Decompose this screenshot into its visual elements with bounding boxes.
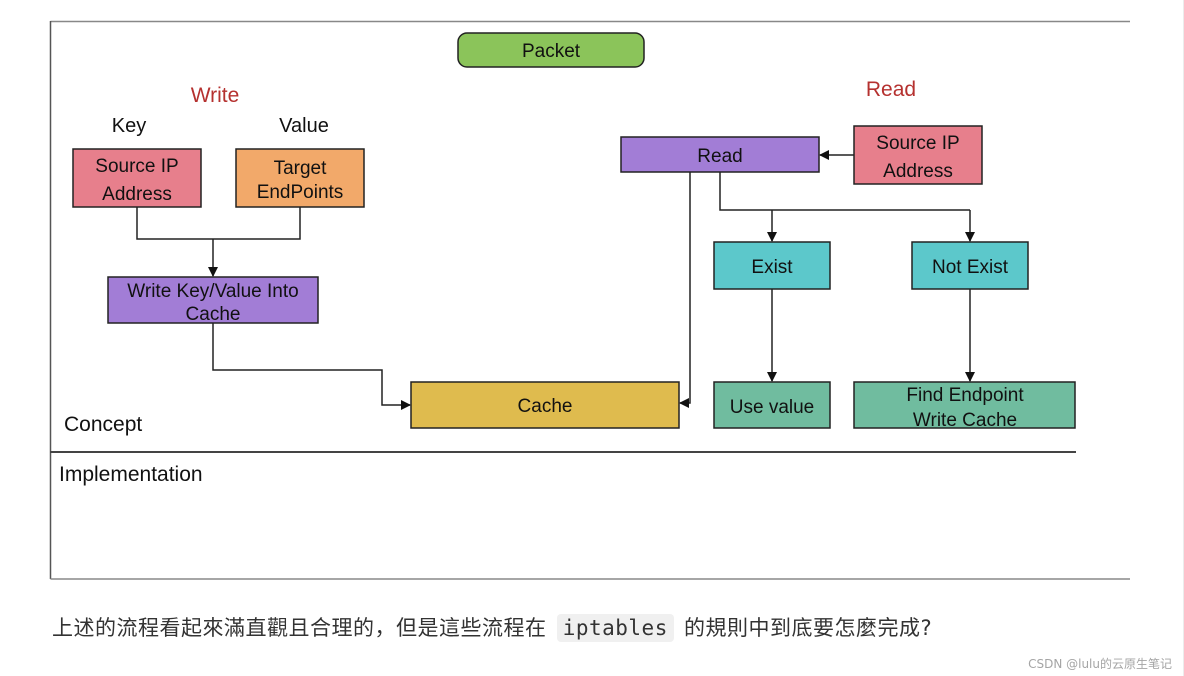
- connector-source-target-join: [136, 207, 301, 240]
- find-endpoint-node: Find Endpoint Write Cache: [853, 381, 1076, 431]
- implementation-label: Implementation: [59, 463, 203, 486]
- caption-paragraph: 上述的流程看起來滿直觀且合理的，但是這些流程在 iptables 的規則中到底要…: [52, 612, 932, 642]
- iptables-code: iptables: [556, 614, 674, 642]
- target-endpoints-line1: Target: [274, 158, 328, 179]
- cache-label: Cache: [518, 396, 573, 417]
- read-node: Read: [620, 136, 820, 173]
- watermark: CSDN @lulu的云原生笔记: [1028, 657, 1172, 671]
- write-source-ip-line1: Source IP: [95, 156, 178, 177]
- write-kv-line1: Write Key/Value Into: [127, 281, 298, 302]
- find-endpoint-line1: Find Endpoint: [906, 385, 1024, 406]
- exist-label: Exist: [751, 257, 793, 278]
- read-source-ip-line1: Source IP: [876, 133, 959, 154]
- arrow-read-to-cache: [679, 172, 691, 408]
- write-kv-node: Write Key/Value Into Cache: [107, 276, 319, 325]
- packet-label: Packet: [522, 41, 581, 62]
- not-exist-label: Not Exist: [932, 257, 1009, 278]
- exist-node: Exist: [713, 241, 831, 290]
- key-label: Key: [112, 115, 146, 137]
- not-exist-node: Not Exist: [911, 241, 1029, 290]
- read-label: Read: [697, 146, 742, 167]
- use-value-label: Use value: [730, 397, 815, 418]
- cache-node: Cache: [410, 381, 680, 429]
- write-source-ip-node: Source IP Address: [72, 148, 202, 208]
- arrow-write-kv-to-cache: [212, 323, 411, 410]
- write-kv-line2: Cache: [186, 304, 241, 325]
- target-endpoints-line2: EndPoints: [257, 182, 344, 203]
- caption-text-before: 上述的流程看起來滿直觀且合理的，但是這些流程在: [52, 616, 547, 640]
- concept-label: Concept: [64, 413, 142, 436]
- flow-diagram: Packet Write Key Value Source IP Address…: [49, 20, 1130, 580]
- read-source-ip-line2: Address: [883, 161, 953, 182]
- read-title: Read: [866, 78, 916, 101]
- find-endpoint-line2: Write Cache: [913, 410, 1017, 431]
- value-label: Value: [279, 115, 329, 137]
- packet-node: Packet: [457, 32, 645, 68]
- use-value-node: Use value: [713, 381, 831, 429]
- target-endpoints-node: Target EndPoints: [235, 148, 365, 208]
- caption-text-after: 的規則中到底要怎麼完成?: [684, 616, 933, 640]
- read-source-ip-node: Source IP Address: [853, 125, 983, 185]
- write-source-ip-line2: Address: [102, 184, 172, 205]
- write-title: Write: [191, 84, 240, 107]
